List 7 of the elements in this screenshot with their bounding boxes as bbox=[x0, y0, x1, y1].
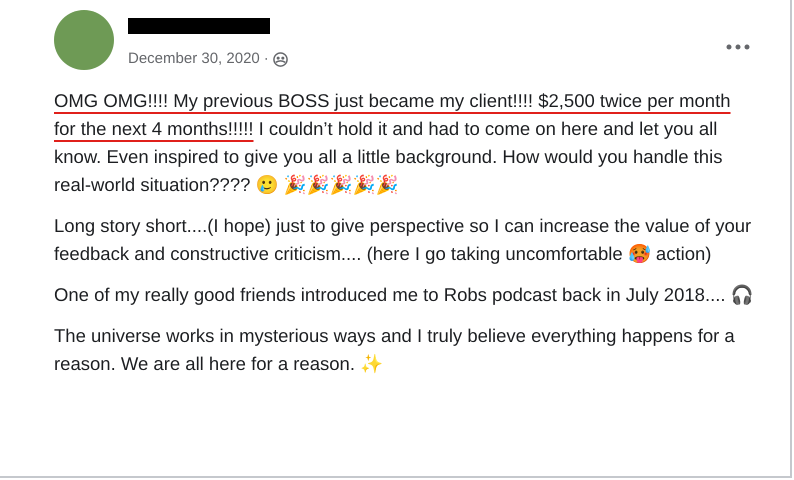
post-paragraph: The universe works in mysterious ways and I truly believe everything happens for a reason. We are all here for a reason. ✨ bbox=[54, 324, 736, 376]
post-paragraph: Long story short....(I hope) just to give perspective so I can increase the value of your feedback and constructive criticism.... (here I go taking uncomfortable 🥵 action) bbox=[54, 214, 752, 266]
more-options-icon[interactable] bbox=[726, 44, 750, 50]
post-date[interactable]: December 30, 2020 bbox=[128, 48, 260, 70]
post-paragraph: OMG OMG!!!! My previous BOSS just became my client!!!! $2,500 twice per month for the next 4 months!!!!! I couldn’t hold it and had to come on here and let you all know. Even inspired to give you all a little background. How would you handle this real-world situation???? 🥲 🎉🎉🎉🎉🎉 bbox=[54, 88, 732, 197]
post-paragraph: One of my really good friends introduced me to Robs podcast back in July 2018.... 🎧 bbox=[54, 282, 754, 307]
separator: · bbox=[264, 49, 269, 69]
